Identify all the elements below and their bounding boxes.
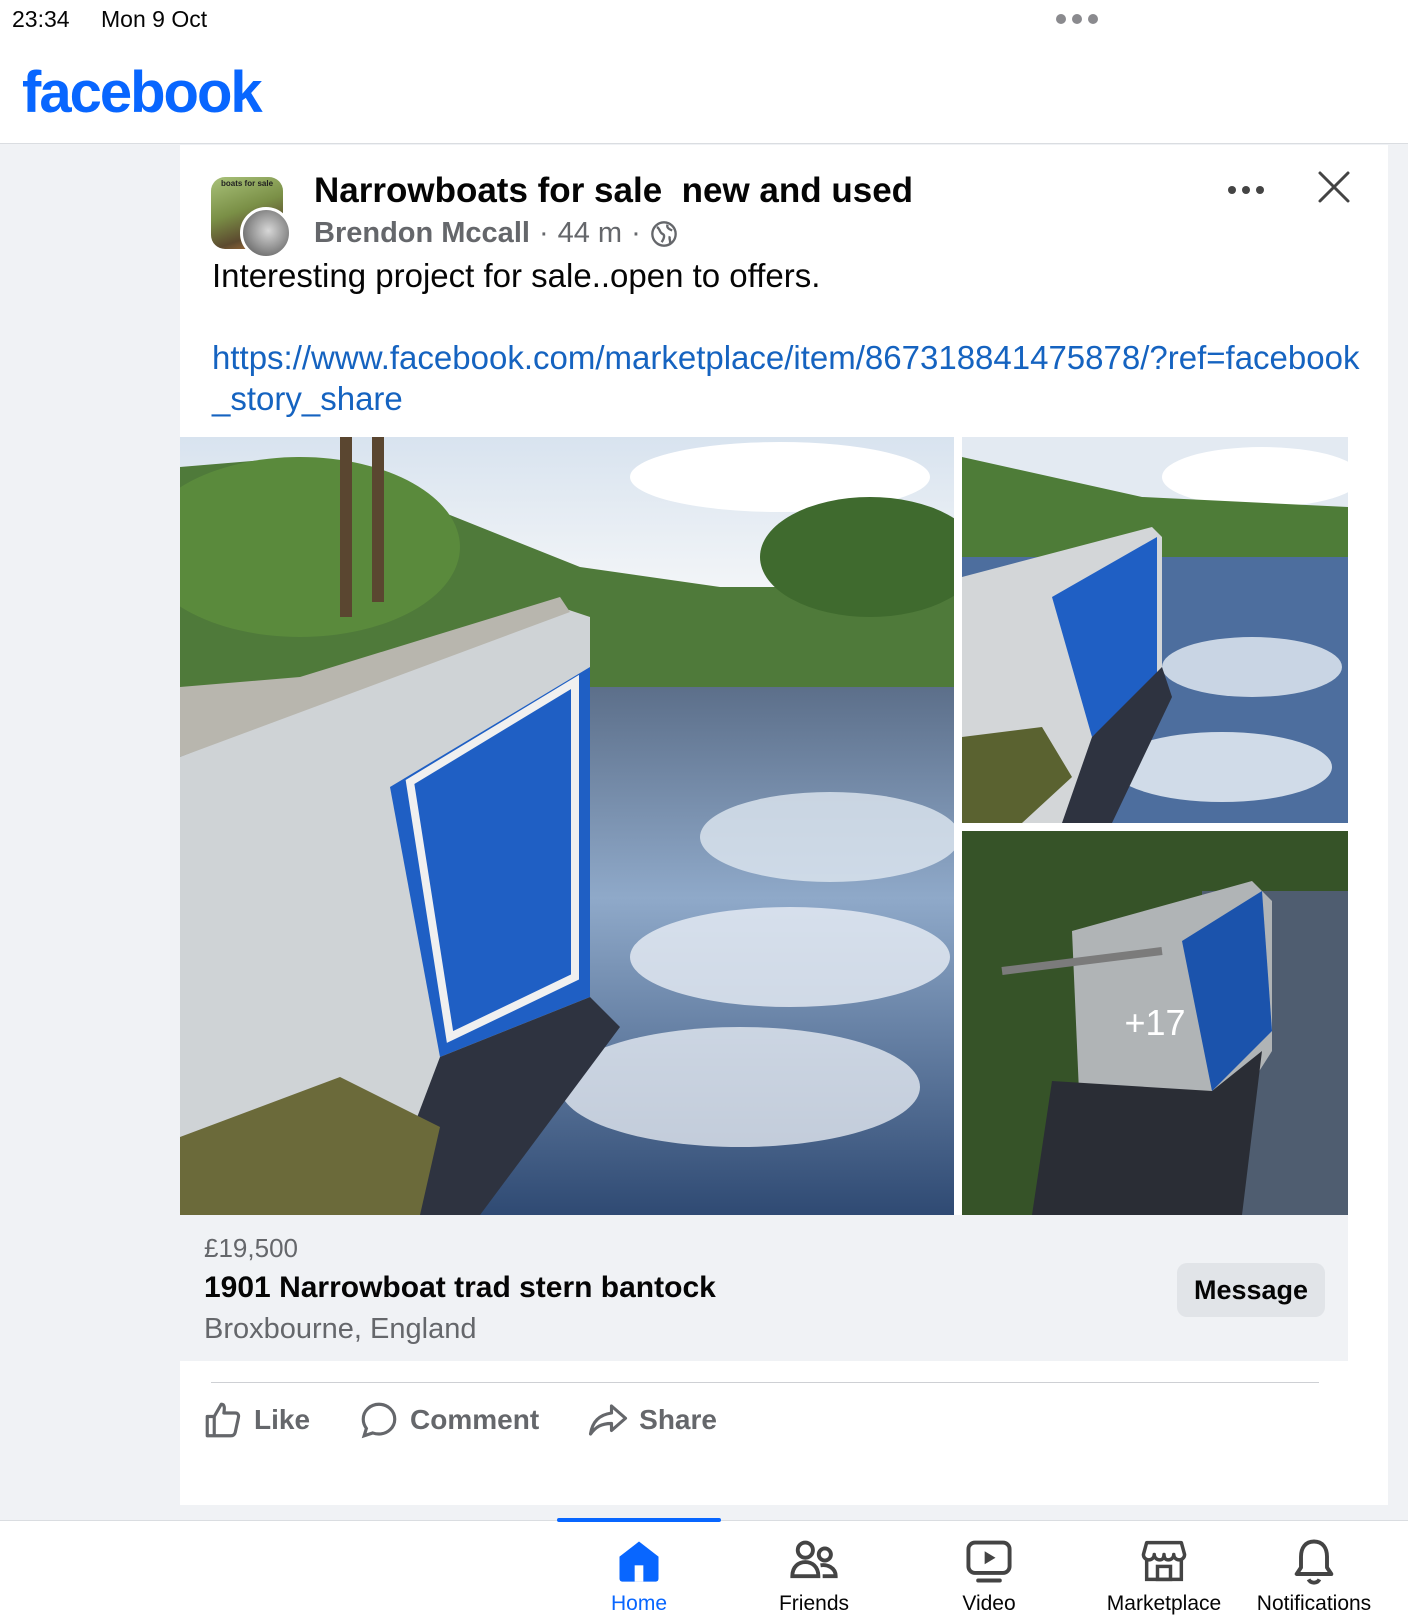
marketplace-icon <box>1141 1540 1187 1582</box>
globe-icon <box>650 220 677 247</box>
user-avatar[interactable] <box>240 207 292 259</box>
home-icon <box>619 1541 659 1582</box>
share-label: Share <box>639 1404 717 1435</box>
meta-separator: · <box>631 217 641 249</box>
share-button[interactable]: Share <box>587 1399 717 1441</box>
post-time[interactable]: 44 m <box>558 217 622 250</box>
listing-price: £19,500 <box>204 1233 298 1263</box>
tab-notifications[interactable]: Notifications <box>1228 1535 1400 1616</box>
status-bar: 23:34 Mon 9 Oct <box>0 0 1408 44</box>
author-name[interactable]: Brendon Mccall <box>314 217 530 250</box>
close-icon[interactable] <box>1314 167 1354 207</box>
video-icon <box>966 1540 1012 1583</box>
multitasking-dots-icon[interactable] <box>1056 14 1098 24</box>
photo-main[interactable] <box>180 437 954 1215</box>
listing-location: Broxbourne, England <box>204 1313 477 1345</box>
photo-right-bottom[interactable]: +17 <box>962 831 1348 1215</box>
listing-title[interactable]: 1901 Narrowboat trad stern bantock <box>204 1271 716 1305</box>
bell-icon <box>1294 1539 1334 1585</box>
more-options-icon[interactable] <box>1228 180 1272 200</box>
tab-home[interactable]: Home <box>553 1535 725 1616</box>
comment-icon <box>361 1402 397 1439</box>
bottom-tab-bar: Home Friends Video Marketplace Notificat… <box>0 1518 1408 1620</box>
marketplace-listing[interactable]: £19,500 1901 Narrowboat trad stern banto… <box>180 1215 1348 1361</box>
tab-home-label: Home <box>610 1592 668 1615</box>
group-name[interactable]: Narrowboats for sale new and used <box>314 171 913 211</box>
comment-label: Comment <box>410 1404 540 1435</box>
tab-marketplace[interactable]: Marketplace <box>1078 1535 1250 1616</box>
like-button[interactable]: Like <box>202 1399 310 1441</box>
meta-separator: · <box>538 217 549 249</box>
post-actions: Like Comment Share <box>202 1390 765 1450</box>
more-photos-count[interactable]: +17 <box>962 831 1348 1215</box>
post-meta: Brendon Mccall · 44 m · <box>314 217 678 250</box>
photo-right-top[interactable] <box>962 437 1348 823</box>
tab-friends[interactable]: Friends <box>728 1535 900 1616</box>
like-label: Like <box>254 1404 311 1435</box>
status-time: 23:34 <box>12 6 70 32</box>
divider <box>211 1382 1319 1383</box>
post-text: Interesting project for sale..open to of… <box>212 257 821 294</box>
tab-video-label: Video <box>962 1592 1016 1615</box>
like-icon <box>205 1402 241 1438</box>
post-card: boats for sale Narrowboats for sale new … <box>180 145 1388 1505</box>
friends-icon <box>790 1540 838 1579</box>
post-link[interactable]: https://www.facebook.com/marketplace/ite… <box>212 337 1362 419</box>
status-date: Mon 9 Oct <box>101 6 208 32</box>
app-header: facebook <box>0 44 1408 144</box>
tab-video[interactable]: Video <box>903 1535 1075 1616</box>
group-avatar-label: boats for sale <box>221 179 274 188</box>
facebook-logo[interactable]: facebook <box>22 59 263 126</box>
tab-notifications-label: Notifications <box>1256 1592 1372 1615</box>
message-button[interactable]: Message <box>1177 1263 1325 1317</box>
tab-marketplace-label: Marketplace <box>1106 1592 1222 1615</box>
share-icon <box>589 1404 628 1436</box>
comment-button[interactable]: Comment <box>358 1399 539 1441</box>
tab-friends-label: Friends <box>778 1592 850 1615</box>
active-tab-indicator <box>557 1518 721 1522</box>
